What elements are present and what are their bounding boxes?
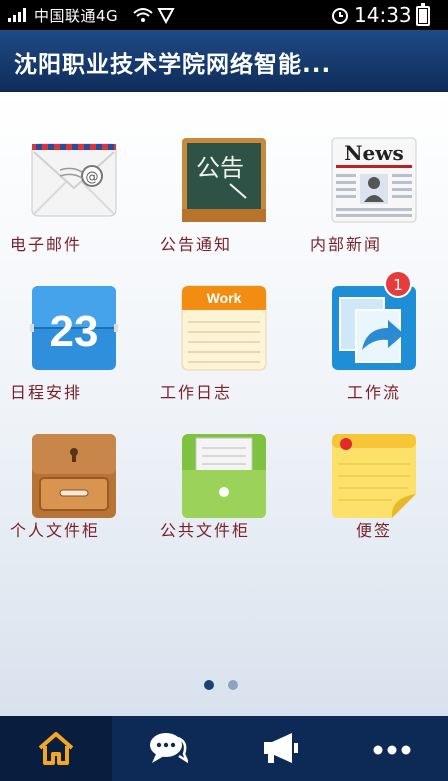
- calendar-day: 23: [50, 307, 99, 356]
- personal-cabinet-icon: [32, 434, 116, 518]
- page-indicator: [204, 680, 244, 692]
- chat-icon: [150, 733, 188, 764]
- app-label-public-cabinet: 公共文件柜: [160, 521, 251, 540]
- wifi-icon: [133, 8, 175, 24]
- app-label-news: 内部新闻: [310, 235, 383, 254]
- tab-broadcast[interactable]: [224, 716, 336, 781]
- sticky-note-icon: [332, 434, 416, 518]
- notepad-icon: Work: [181, 285, 267, 371]
- notepad-title: Work: [207, 290, 242, 306]
- calendar-icon: 23: [30, 286, 118, 370]
- app-label-notice: 公告通知: [160, 235, 233, 254]
- tab-home[interactable]: [0, 716, 112, 781]
- tab-messages[interactable]: [112, 716, 224, 781]
- home-icon: [38, 732, 74, 765]
- newspaper-icon: News: [331, 137, 417, 223]
- app-label-personal-cabinet: 个人文件柜: [10, 521, 101, 540]
- public-cabinet-icon: [182, 434, 266, 518]
- svg-text:@: @: [86, 170, 99, 185]
- page-dot-active[interactable]: [204, 680, 214, 690]
- notification-badge: 1: [384, 270, 412, 298]
- tab-more[interactable]: [336, 716, 448, 781]
- notice-board-text: 公告: [196, 154, 244, 182]
- app-grid: @ 电子邮件 公告 公告通知 News 内部新闻 23 日程安排 Work 工作…: [0, 92, 448, 716]
- page-dot[interactable]: [228, 680, 238, 690]
- app-label-worklog: 工作日志: [160, 383, 233, 402]
- battery-icon: [416, 3, 430, 26]
- more-icon: [373, 745, 411, 755]
- app-label-schedule: 日程安排: [10, 383, 83, 402]
- workflow-icon: [332, 286, 416, 370]
- newspaper-title: News: [344, 141, 403, 165]
- app-label-sticky-note: 便签: [355, 521, 392, 540]
- app-header: 沈阳职业技术学院网络智能...: [0, 30, 448, 92]
- bottom-tab-bar: [0, 716, 448, 781]
- carrier-label: 中国联通4G: [34, 7, 119, 25]
- megaphone-icon: [264, 733, 298, 763]
- notice-board-icon: 公告: [182, 138, 266, 222]
- clock-time: 14:33: [354, 3, 412, 27]
- app-label-workflow: 工作流: [346, 383, 401, 402]
- app-label-email: 电子邮件: [10, 235, 83, 254]
- status-bar: 中国联通4G 14:33: [0, 0, 448, 30]
- alarm-icon: [332, 8, 348, 24]
- email-icon: @: [31, 143, 117, 217]
- page-title: 沈阳职业技术学院网络智能...: [14, 52, 332, 78]
- signal-icon: [8, 8, 28, 22]
